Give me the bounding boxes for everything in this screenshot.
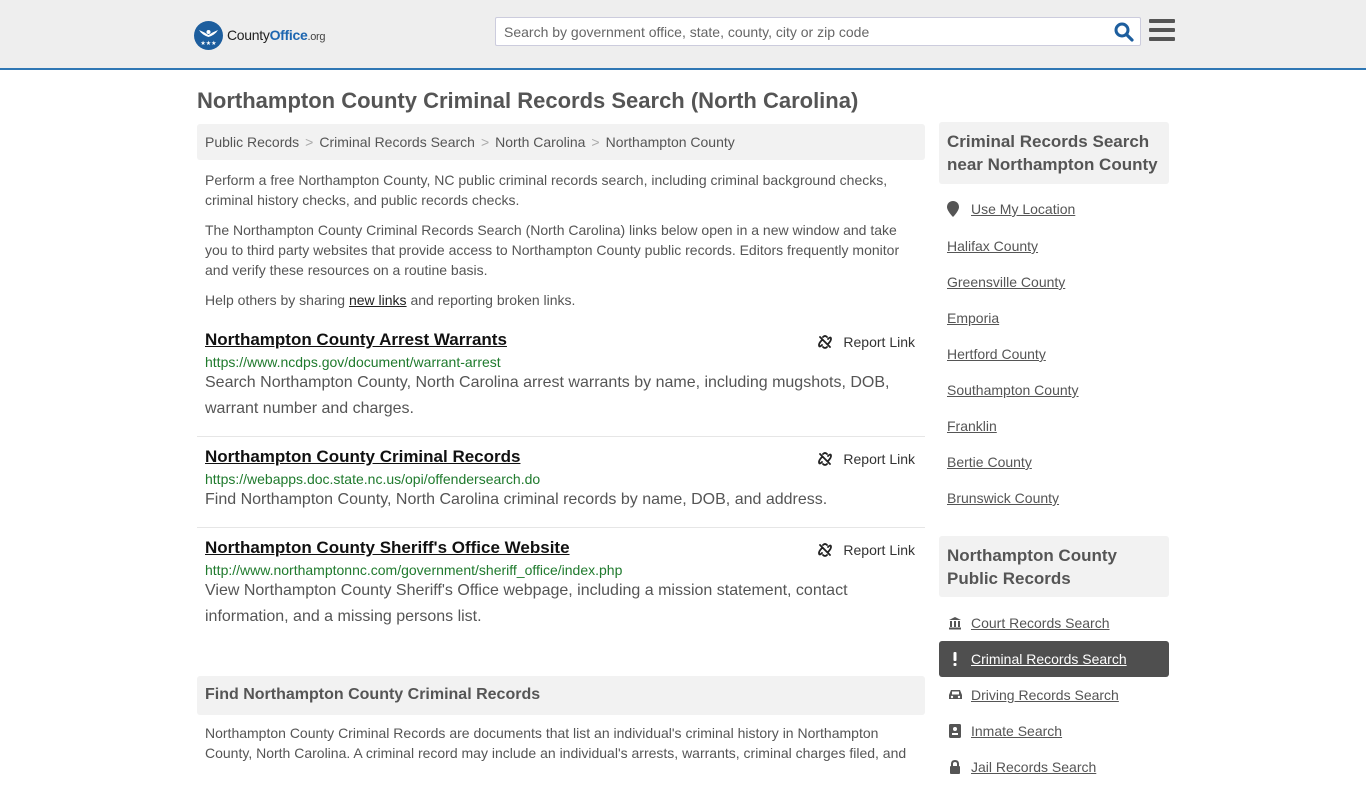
sidebar-item-criminal-records[interactable]: Criminal Records Search [939, 641, 1169, 677]
search-icon[interactable] [1114, 22, 1134, 42]
exclamation-icon [947, 651, 963, 667]
nearby-link[interactable]: Franklin [947, 418, 997, 434]
disclaimer-paragraph: The Northampton County Criminal Records … [205, 222, 900, 278]
sidebar-item-driving-records[interactable]: Driving Records Search [939, 677, 1169, 713]
lock-icon [947, 759, 963, 775]
result-description: Find Northampton County, North Carolina … [205, 491, 828, 508]
result-url[interactable]: http://www.northamptonnc.com/government/… [205, 562, 925, 578]
nearby-link[interactable]: Brunswick County [947, 490, 1059, 506]
broken-link-icon [818, 452, 833, 466]
nearby-link[interactable]: Greensville County [947, 274, 1065, 290]
result-item: Northampton County Criminal Records Repo… [197, 447, 925, 528]
breadcrumb-public-records[interactable]: Public Records [205, 134, 299, 150]
result-url[interactable]: https://webapps.doc.state.nc.us/opi/offe… [205, 471, 925, 487]
use-my-location[interactable]: Use My Location [947, 201, 1075, 217]
breadcrumb-separator: > [591, 134, 600, 150]
share-links-paragraph: Help others by sharing new links and rep… [205, 292, 576, 308]
page-title: Northampton County Criminal Records Sear… [197, 88, 859, 113]
breadcrumb-north-carolina[interactable]: North Carolina [495, 134, 585, 150]
nearby-link[interactable]: Hertford County [947, 346, 1046, 362]
intro-paragraph: Perform a free Northampton County, NC pu… [205, 172, 888, 208]
breadcrumb: Public Records > Criminal Records Search > N… [197, 124, 925, 160]
logo-text: CountyOffice.org [227, 27, 326, 43]
report-link-button[interactable]: Report Link [817, 451, 915, 467]
result-title-link[interactable]: Northampton County Arrest Warrants [205, 330, 507, 350]
find-records-text: Northampton County Criminal Records are … [205, 725, 907, 761]
result-description: View Northampton County Sheriff's Office… [205, 582, 848, 625]
report-link-button[interactable]: Report Link [817, 542, 915, 558]
eagle-stars-logo-icon: ★★★ [194, 20, 223, 50]
nearby-link[interactable]: Halifax County [947, 238, 1038, 254]
nearby-link[interactable]: Bertie County [947, 454, 1032, 470]
broken-link-icon [818, 543, 833, 557]
new-links-link[interactable]: new links [349, 292, 407, 308]
search-input[interactable] [496, 18, 1096, 45]
result-url[interactable]: https://www.ncdps.gov/document/warrant-a… [205, 354, 925, 370]
nearby-heading: Criminal Records Search near Northampton… [939, 122, 1169, 184]
sidebar-item-court-records[interactable]: Court Records Search [939, 605, 1169, 641]
nearby-link[interactable]: Emporia [947, 310, 999, 326]
breadcrumb-separator: > [480, 134, 490, 150]
svg-text:★★★: ★★★ [200, 40, 216, 47]
site-logo[interactable]: ★★★ CountyOffice.org [194, 20, 326, 50]
public-records-heading: Northampton County Public Records [939, 536, 1169, 597]
courthouse-icon [947, 615, 963, 631]
use-my-location-link[interactable]: Use My Location [971, 201, 1075, 217]
broken-link-icon [818, 335, 833, 349]
nearby-link[interactable]: Southampton County [947, 382, 1079, 398]
result-description: Search Northampton County, North Carolin… [205, 374, 890, 417]
breadcrumb-criminal-records-search[interactable]: Criminal Records Search [319, 134, 475, 150]
id-badge-icon [947, 723, 963, 739]
top-header: ★★★ CountyOffice.org [0, 0, 1366, 70]
hamburger-menu-icon[interactable] [1149, 19, 1175, 43]
result-item: Northampton County Sheriff's Office Webs… [197, 538, 925, 638]
report-link-button[interactable]: Report Link [817, 334, 915, 350]
search-box [495, 17, 1141, 46]
sidebar-item-inmate-search[interactable]: Inmate Search [939, 713, 1169, 749]
map-marker-icon [947, 201, 959, 217]
sidebar-item-jail-records[interactable]: Jail Records Search [939, 749, 1169, 785]
car-icon [947, 687, 963, 703]
result-title-link[interactable]: Northampton County Sheriff's Office Webs… [205, 538, 570, 558]
result-title-link[interactable]: Northampton County Criminal Records [205, 447, 520, 467]
breadcrumb-separator: > [305, 134, 314, 150]
find-records-heading: Find Northampton County Criminal Records [197, 676, 925, 715]
result-item: Northampton County Arrest Warrants Repor… [197, 330, 925, 437]
breadcrumb-northampton-county[interactable]: Northampton County [606, 134, 735, 150]
